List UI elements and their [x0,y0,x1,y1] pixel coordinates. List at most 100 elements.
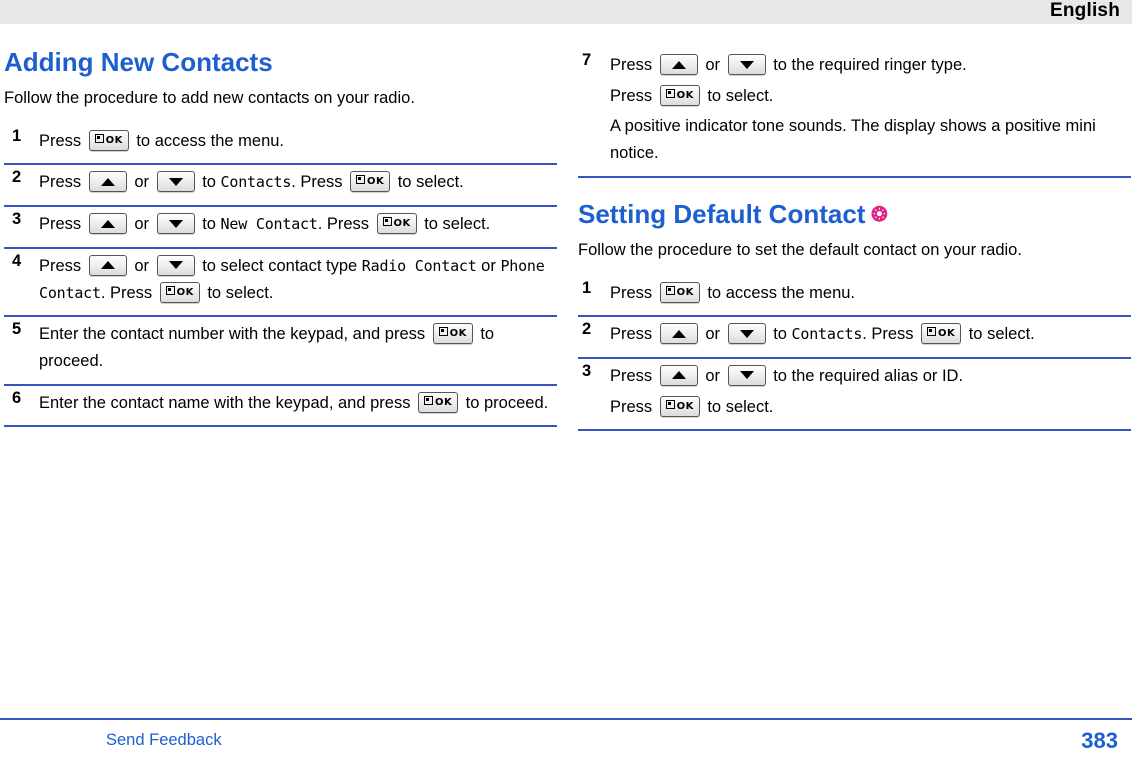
menu-item-name: Contacts [791,325,863,344]
intro-paragraph-right: Follow the procedure to set the default … [578,240,1022,259]
step-body: Press or to Contacts. Press OK to select… [610,317,1131,357]
step-text: Press [610,397,657,416]
step-text: Press [610,86,657,105]
step-item: 3 Press or to the required alias or ID. Pr… [578,359,1131,432]
menu-ok-key-icon: OK [350,171,391,193]
step-text: . Press [317,215,374,234]
step-text: to select. [419,215,491,234]
step-text: to select contact type [197,256,362,275]
step-number: 5 [12,320,22,339]
page-title-setting-default-contact: Setting Default Contact ❂ [578,199,1131,230]
menu-ok-key-icon: OK [432,323,473,345]
header-language-label: English [1049,0,1120,21]
page-number: 383 [1081,728,1118,753]
step-text: . Press [291,173,348,192]
step-paragraph: Press or to Contacts. Press OK to select… [39,169,557,196]
menu-ok-key-icon: OK [159,281,200,303]
step-paragraph: Press OK to select. [610,83,1131,110]
step-body: Press or to the required alias or ID. Pre… [610,359,1131,429]
step-text: Press [39,215,86,234]
arrow-down-key-icon [727,323,766,345]
step-text: to select. [702,397,774,416]
step-number: 3 [12,210,22,229]
step-text: . Press [100,283,157,302]
step-text: or [700,325,725,344]
menu-item-name: Radio Contact [361,256,477,275]
step-text: to access the menu. [131,131,285,150]
intro-paragraph-left: Follow the procedure to add new contacts… [4,88,415,107]
menu-ok-key-icon: OK [921,323,962,345]
step-text: to select. [202,283,274,302]
steps-list-right-continued: 7 Press or to the required ringer type. Pr… [578,48,1131,178]
step-text: to proceed. [461,393,549,412]
menu-ok-key-icon: OK [659,84,700,106]
step-text: or [129,173,154,192]
step-paragraph: Press or to the required alias or ID. [610,363,1131,390]
arrow-up-key-icon [659,54,698,75]
step-body: Press OK to access the menu. [39,124,557,164]
step-item: 3 Press or to New Contact. Press OK to se… [4,207,557,249]
arrow-down-key-icon [156,254,195,276]
step-number: 2 [582,320,592,339]
step-number: 3 [582,361,592,380]
step-text: to select. [393,173,464,192]
step-paragraph: Enter the contact number with the keypad… [39,321,557,374]
step-number: 1 [12,126,22,145]
step-number: 6 [12,388,22,407]
arrow-up-key-icon [88,254,127,276]
header-bar [0,0,1132,24]
steps-list-right: 1 Press OK to access the menu. 2 Press or t… [578,276,1131,432]
send-feedback-link[interactable]: Send Feedback [106,731,222,750]
step-number: 7 [582,51,592,69]
arrow-up-key-icon [88,171,127,193]
step-item: 2 Press or to Contacts. Press OK to selec… [4,165,557,208]
step-paragraph: Press OK to select. [610,394,1131,421]
step-item: 1 Press OK to access the menu. [578,276,1131,318]
step-paragraph: Enter the contact name with the keypad, … [39,390,557,417]
footer-divider [0,718,1132,720]
step-text: to [197,215,221,234]
step-body: Enter the contact number with the keypad… [39,317,557,383]
step-text: to the required ringer type. [768,56,967,74]
step-text: Press [610,325,657,344]
menu-ok-key-icon: OK [418,391,459,413]
step-item: 7 Press or to the required ringer type. Pr… [578,48,1131,178]
step-body: Press or to New Contact. Press OK to sel… [39,207,557,247]
step-body: Press or to the required ringer type. Pre… [610,48,1131,176]
step-item: 1 Press OK to access the menu. [4,124,557,166]
step-text: or [129,215,154,234]
menu-item-name: New Contact [220,215,318,234]
steps-list-left: 1 Press OK to access the menu. 2 Press or t… [4,124,557,428]
arrow-down-key-icon [156,213,195,235]
step-text: Press [610,283,657,302]
menu-ok-key-icon: OK [659,395,700,417]
arrow-down-key-icon [727,364,766,386]
step-text: to the required alias or ID. [768,366,964,385]
step-text: to select. [964,325,1035,344]
step-body: Press or to Contacts. Press OK to select… [39,165,557,205]
step-paragraph: Press or to select contact type Radio Co… [39,253,557,306]
arrow-down-key-icon [156,171,195,193]
right-column: 7 Press or to the required ringer type. Pr… [578,48,1131,432]
step-text: Press [610,56,657,74]
step-text: or [700,366,725,385]
arrow-up-key-icon [88,213,127,235]
menu-ok-key-icon: OK [376,213,417,235]
step-paragraph: A positive indicator tone sounds. The di… [610,113,1131,166]
step-body: Press OK to access the menu. [610,276,1131,316]
step-text: or [476,256,501,275]
step-text: to access the menu. [702,283,856,302]
step-item: 5 Enter the contact number with the keypa… [4,317,557,386]
arrow-up-key-icon [659,364,698,386]
step-text: or [700,56,725,74]
step-text: Enter the contact name with the keypad, … [39,393,416,412]
menu-item-name: Contacts [220,173,292,192]
step-item: 2 Press or to Contacts. Press OK to selec… [578,317,1131,359]
step-text: A positive indicator tone sounds. The di… [610,117,1096,163]
step-paragraph: Press or to the required ringer type. [610,52,1131,79]
step-text: to [768,325,792,344]
step-text: to select. [702,86,774,105]
step-text: Press [39,131,86,150]
step-text: Press [39,173,86,192]
step-item: 4 Press or to select contact type Radio C… [4,249,557,318]
